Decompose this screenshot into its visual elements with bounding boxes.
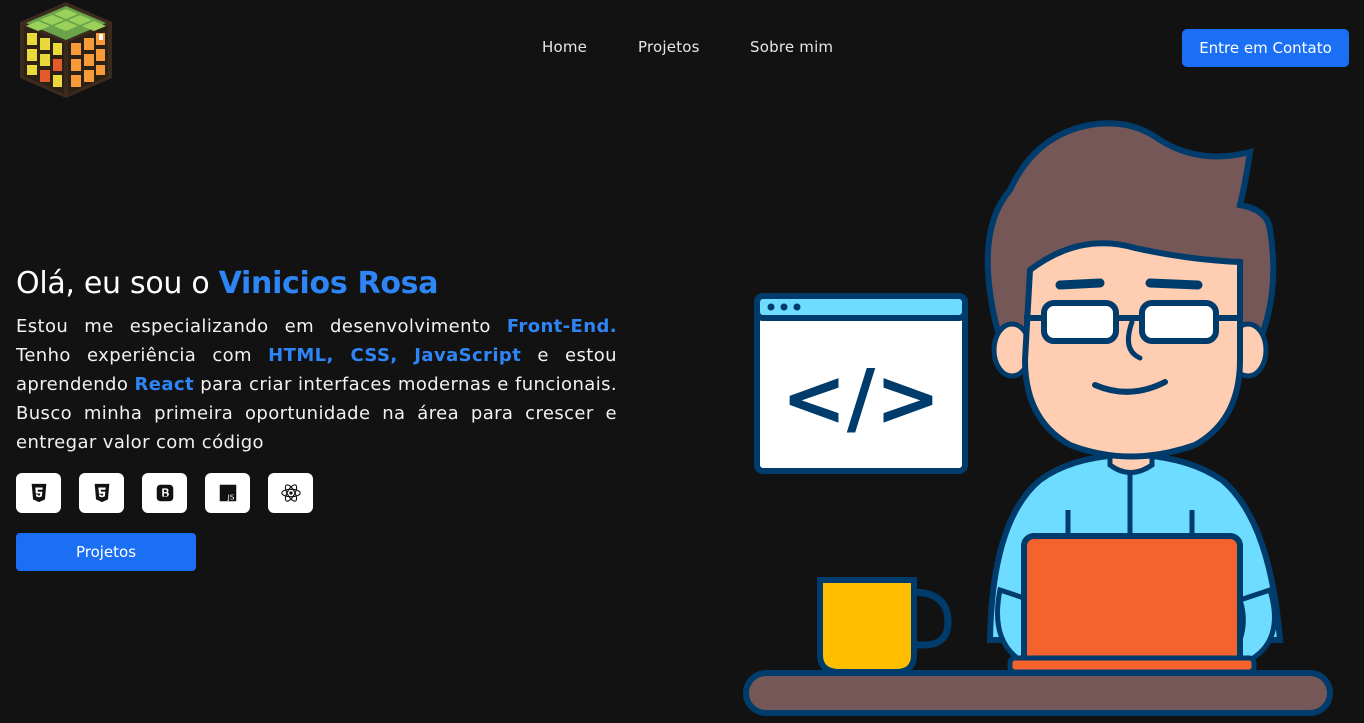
react-icon bbox=[280, 484, 301, 502]
code-glyph: </> bbox=[781, 354, 940, 444]
html5-icon bbox=[31, 483, 46, 503]
html5-badge bbox=[16, 473, 61, 513]
nav-home-link[interactable]: Home bbox=[542, 38, 587, 56]
developer-illustration: </> bbox=[743, 120, 1333, 716]
react-badge bbox=[268, 473, 313, 513]
laptop-icon bbox=[1007, 533, 1257, 675]
hero-name: Vinicios Rosa bbox=[218, 266, 439, 301]
svg-text:JS: JS bbox=[226, 492, 234, 501]
hero-greeting: Olá, eu sou o bbox=[16, 266, 219, 301]
hero-text-1: Estou me especializando em desenvolvimen… bbox=[16, 316, 507, 337]
main-nav: Home Projetos Sobre mim bbox=[0, 38, 1364, 62]
coffee-mug-icon bbox=[817, 577, 952, 675]
css3-icon bbox=[94, 483, 109, 503]
bootstrap-badge bbox=[142, 473, 187, 513]
javascript-icon: JS bbox=[219, 484, 236, 501]
contact-button[interactable]: Entre em Contato bbox=[1182, 29, 1349, 67]
hero-text-2: Tenho experiência com bbox=[16, 345, 269, 366]
bootstrap-icon bbox=[156, 484, 173, 502]
hero-title: Olá, eu sou o Vinicios Rosa bbox=[16, 266, 438, 301]
hero-highlight-react: React bbox=[134, 374, 195, 395]
nav-projetos-link[interactable]: Projetos bbox=[638, 38, 700, 56]
hero-description: Estou me especializando em desenvolvimen… bbox=[16, 312, 617, 457]
css3-badge bbox=[79, 473, 124, 513]
code-window-icon: </> bbox=[754, 293, 968, 474]
desk-shape bbox=[743, 670, 1333, 716]
projetos-button[interactable]: Projetos bbox=[16, 533, 196, 571]
hero-highlight-frontend: Front-End. bbox=[506, 316, 617, 337]
javascript-badge: JS bbox=[205, 473, 250, 513]
nav-sobre-link[interactable]: Sobre mim bbox=[750, 38, 833, 56]
hero-highlight-skills: HTML, CSS, JavaScript bbox=[268, 345, 522, 366]
